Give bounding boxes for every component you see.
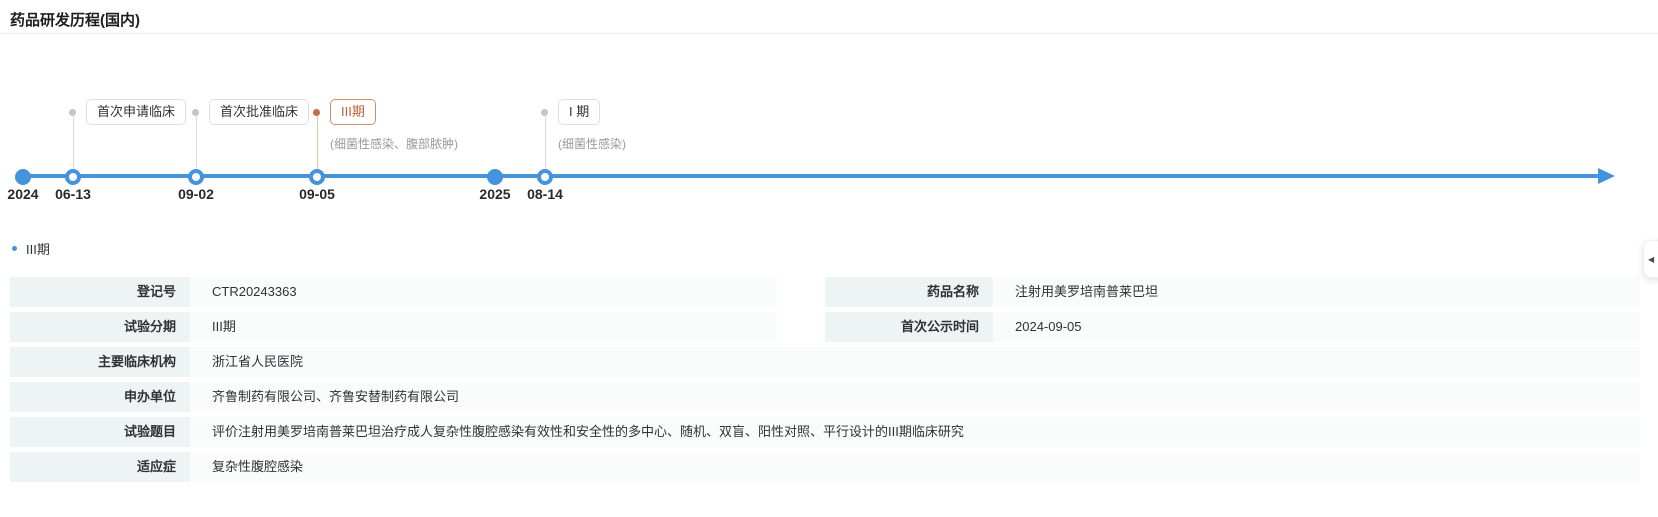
field-value-trial-title: 评价注射用美罗培南普莱巴坦治疗成人复杂性腹腔感染有效性和安全性的多中心、随机、双…	[190, 417, 1640, 447]
field-label-trial-phase: 试验分期	[10, 312, 190, 342]
field-label-main-institution: 主要临床机构	[10, 347, 190, 377]
field-label-drug-name: 药品名称	[825, 277, 993, 307]
year-label: 2024	[7, 186, 39, 202]
connector-dot	[541, 109, 548, 116]
table-row: 试验题目 评价注射用美罗培南普莱巴坦治疗成人复杂性腹腔感染有效性和安全性的多中心…	[10, 417, 1640, 447]
field-label-sponsor: 申办单位	[10, 382, 190, 412]
connector-line	[317, 116, 318, 169]
field-value-first-publicity-date: 2024-09-05	[993, 312, 1640, 342]
milestone-date: 08-14	[527, 186, 563, 202]
field-label-registration-no: 登记号	[10, 277, 190, 307]
page-title: 药品研发历程(国内)	[10, 12, 140, 29]
table-row: 申办单位 齐鲁制药有限公司、齐鲁安替制药有限公司	[10, 382, 1640, 412]
header-divider	[0, 33, 1658, 34]
bullet-icon	[12, 246, 17, 251]
connector-line	[73, 116, 74, 169]
timeline-node[interactable]	[309, 169, 325, 185]
connector-line	[196, 116, 197, 169]
field-label-trial-title: 试验题目	[10, 417, 190, 447]
field-value-sponsor: 齐鲁制药有限公司、齐鲁安替制药有限公司	[190, 382, 1640, 412]
timeline-axis	[20, 174, 1600, 178]
year-label: 2025	[479, 186, 511, 202]
timeline-node-filled	[15, 169, 31, 185]
trial-details-table: 登记号 CTR20243363 药品名称 注射用美罗培南普莱巴坦 试验分期 II…	[10, 277, 1640, 487]
connector-dot	[192, 109, 199, 116]
milestone-date: 06-13	[55, 186, 91, 202]
table-row: 主要临床机构 浙江省人民医院	[10, 347, 1640, 377]
connector-dot	[69, 109, 76, 116]
table-row: 适应症 复杂性腹腔感染	[10, 452, 1640, 482]
timeline-node[interactable]	[537, 169, 553, 185]
connector-line	[545, 116, 546, 169]
milestone-badge[interactable]: I 期	[558, 99, 601, 125]
milestone-badge-selected[interactable]: III期	[330, 99, 376, 125]
drug-development-page: 药品研发历程(国内) 2024 首次申请临床 06-13 首次批准临床 09-0…	[0, 0, 1658, 517]
field-value-trial-phase: III期	[190, 312, 777, 342]
field-label-first-publicity-date: 首次公示时间	[825, 312, 993, 342]
field-value-registration-no: CTR20243363	[190, 277, 777, 307]
field-label-indication: 适应症	[10, 452, 190, 482]
milestone-indication: (细菌性感染、腹部脓肿)	[330, 137, 458, 151]
side-panel-toggle-button[interactable]: ◀	[1643, 240, 1658, 278]
phase-section-marker: III期	[12, 239, 50, 258]
timeline-arrow-icon	[1598, 168, 1615, 184]
field-value-indication: 复杂性腹腔感染	[190, 452, 1640, 482]
development-timeline: 2024 首次申请临床 06-13 首次批准临床 09-02 III期 (细菌性…	[0, 85, 1658, 210]
table-row: 试验分期 III期 首次公示时间 2024-09-05	[10, 312, 1640, 342]
chevron-left-icon: ◀	[1648, 254, 1655, 264]
field-value-drug-name: 注射用美罗培南普莱巴坦	[993, 277, 1640, 307]
milestone-date: 09-05	[299, 186, 335, 202]
milestone-date: 09-02	[178, 186, 214, 202]
milestone-badge[interactable]: 首次批准临床	[209, 99, 310, 125]
connector-dot	[313, 109, 320, 116]
milestone-indication: (细菌性感染)	[558, 137, 626, 151]
timeline-node-filled	[487, 169, 503, 185]
table-row: 登记号 CTR20243363 药品名称 注射用美罗培南普莱巴坦	[10, 277, 1640, 307]
field-value-main-institution: 浙江省人民医院	[190, 347, 1640, 377]
phase-section-label: III期	[26, 242, 50, 257]
timeline-node[interactable]	[188, 169, 204, 185]
timeline-node[interactable]	[65, 169, 81, 185]
milestone-badge[interactable]: 首次申请临床	[86, 99, 187, 125]
